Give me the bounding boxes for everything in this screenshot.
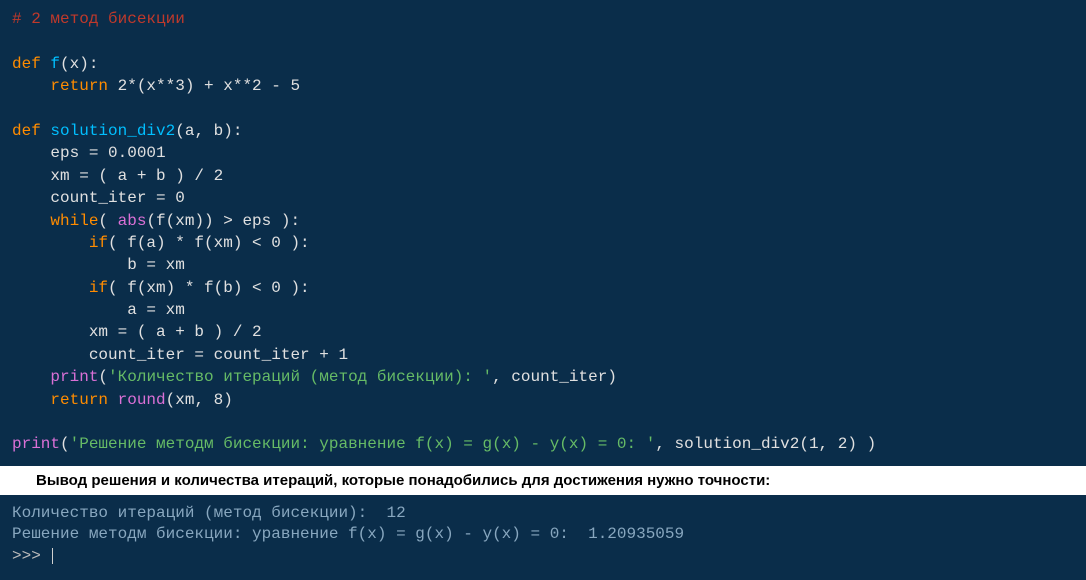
code-text: (x):	[60, 55, 98, 73]
code-text: (	[98, 368, 108, 386]
string-literal: 'Количество итераций (метод бисекции): '	[108, 368, 492, 386]
builtin-abs: abs	[118, 212, 147, 230]
code-text: ( f(a) * f(xm) < 0 ):	[108, 234, 310, 252]
code-editor: # 2 метод бисекции def f(x): return 2*(x…	[0, 0, 1086, 466]
code-text: count_iter = count_iter + 1	[12, 346, 348, 364]
code-text: ( f(xm) * f(b) < 0 ):	[108, 279, 310, 297]
string-literal: 'Решение методм бисекции: уравнение f(x)…	[70, 435, 656, 453]
cursor-icon	[52, 548, 53, 564]
builtin-print: print	[12, 368, 98, 386]
code-text: (xm, 8)	[166, 391, 233, 409]
func-name-f: f	[50, 55, 60, 73]
code-text: 2*(x**3) + x**2 - 5	[118, 77, 300, 95]
code-text: xm = ( a + b ) / 2	[12, 323, 262, 341]
console-line: Решение методм бисекции: уравнение f(x) …	[12, 524, 1074, 546]
code-text: (f(xm)) > eps ):	[146, 212, 300, 230]
code-text: count_iter = 0	[12, 189, 185, 207]
kw-def: def	[12, 122, 50, 140]
repl-prompt[interactable]: >>>	[12, 547, 50, 565]
code-text: xm = ( a + b ) / 2	[12, 167, 223, 185]
output-caption: Вывод решения и количества итераций, кот…	[0, 466, 1086, 495]
console-line: Количество итераций (метод бисекции): 12	[12, 503, 1074, 525]
builtin-print: print	[12, 435, 60, 453]
code-text: eps = 0.0001	[12, 144, 166, 162]
code-comment: # 2 метод бисекции	[12, 10, 185, 28]
code-text: , solution_div2(1, 2) )	[655, 435, 876, 453]
code-text: , count_iter)	[492, 368, 617, 386]
kw-def: def	[12, 55, 50, 73]
code-text: (	[60, 435, 70, 453]
builtin-round: round	[118, 391, 166, 409]
kw-if: if	[12, 234, 108, 252]
kw-return: return	[12, 77, 118, 95]
func-name-solution: solution_div2	[50, 122, 175, 140]
code-text: (	[98, 212, 117, 230]
kw-return: return	[12, 391, 118, 409]
console-output: Количество итераций (метод бисекции): 12…	[0, 495, 1086, 580]
code-text: b = xm	[12, 256, 185, 274]
code-text: a = xm	[12, 301, 185, 319]
kw-while: while	[12, 212, 98, 230]
kw-if: if	[12, 279, 108, 297]
code-text: (a, b):	[175, 122, 242, 140]
